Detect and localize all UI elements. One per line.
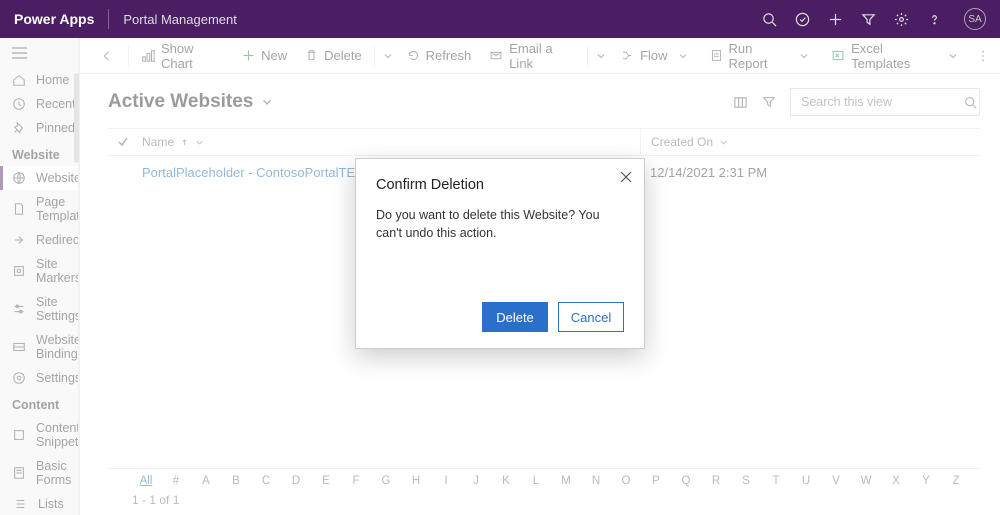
dialog-body: Do you want to delete this Website? You … (376, 207, 624, 242)
dialog-delete-button[interactable]: Delete (482, 302, 548, 332)
dialog-cancel-button[interactable]: Cancel (558, 302, 624, 332)
search-icon[interactable] (762, 12, 777, 27)
filter-icon[interactable] (861, 12, 876, 27)
close-button[interactable] (620, 171, 632, 183)
global-header: Power Apps Portal Management SA (0, 0, 1000, 38)
settings-icon[interactable] (894, 12, 909, 27)
help-icon[interactable] (927, 12, 942, 27)
portal-name: Portal Management (123, 12, 236, 27)
add-icon[interactable] (828, 12, 843, 27)
app-name: Power Apps (14, 11, 94, 27)
header-divider (108, 9, 109, 29)
confirm-deletion-dialog: Confirm Deletion Do you want to delete t… (355, 158, 645, 349)
modal-overlay: Confirm Deletion Do you want to delete t… (0, 38, 1000, 515)
user-avatar[interactable]: SA (964, 8, 986, 30)
dialog-title: Confirm Deletion (376, 177, 624, 193)
task-icon[interactable] (795, 12, 810, 27)
